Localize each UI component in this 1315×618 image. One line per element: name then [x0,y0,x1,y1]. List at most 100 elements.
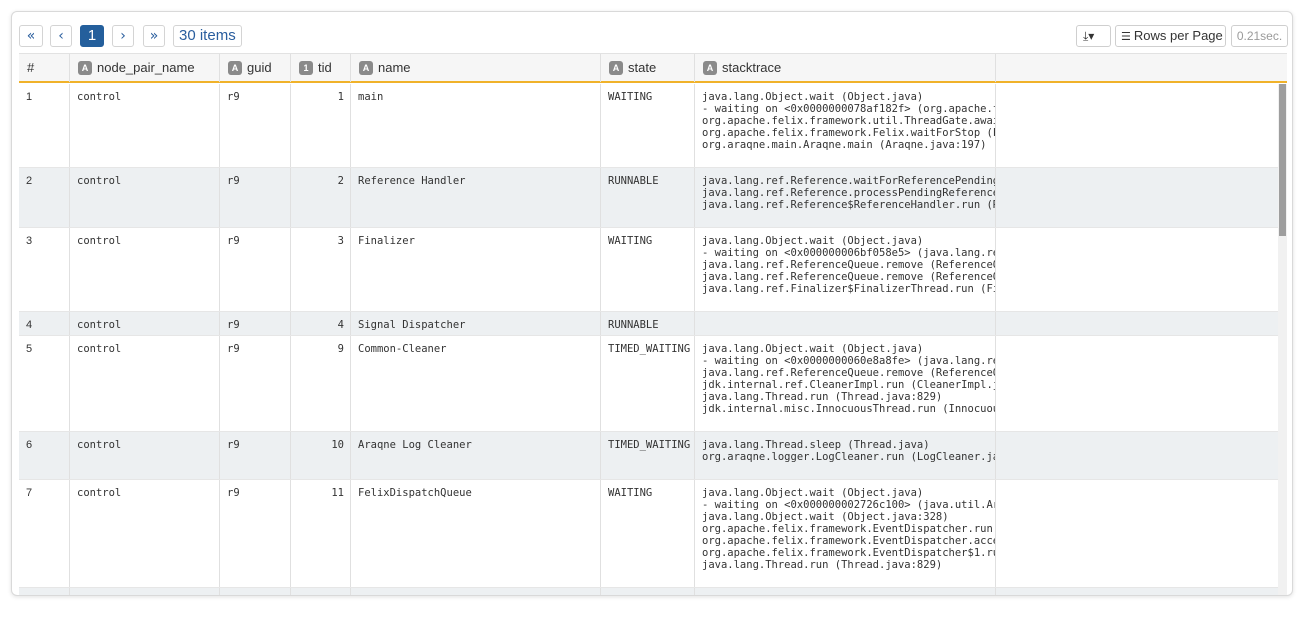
rows-per-page-label: Rows per Page [1133,28,1223,43]
cell-row-number: 1 [19,84,70,167]
cell-tid: 11 [291,480,351,587]
type-badge-icon: A [359,61,373,75]
cell-name: Reference Handler [351,168,601,227]
next-page-button[interactable]: › [112,25,134,47]
column-header-node-pair-name[interactable]: Anode_pair_name [70,54,220,82]
table-row[interactable]: 3 control r9 3 Finalizer WAITING java.lang.Obj… [19,228,1287,312]
table-row[interactable]: 5 control r9 9 Common-Cleaner TIMED_WAITING ja… [19,336,1287,432]
cell-row-number: 3 [19,228,70,311]
scrollbar-thumb[interactable] [1279,84,1286,236]
cell-row-number: 6 [19,432,70,479]
table-row[interactable]: 1 control r9 1 main WAITING java.lang.Object.w… [19,84,1287,168]
cell-stacktrace [695,588,996,595]
list-icon: ☰ [1121,30,1131,43]
cell-stacktrace: java.lang.Object.wait (Object.java) - wa… [695,480,996,587]
cell-row-number: 5 [19,336,70,431]
cell-guid: r9 [220,432,291,479]
cell-state: WAITING [601,480,695,587]
cell-state: RUNNABLE [601,312,695,335]
cell-state: RUNNABLE [601,168,695,227]
cell-tid: 9 [291,336,351,431]
cell-name: FelixDispatchQueue [351,480,601,587]
column-header-label: name [378,60,411,75]
download-icon: ⤓▾ [1083,29,1095,43]
cell-tid [291,588,351,595]
first-page-button[interactable]: « [19,25,43,47]
toolbar: « ‹ 1 › » 30 items ⤓▾ ☰ Rows per Page 0.2… [12,12,1292,54]
cell-name: Signal Dispatcher [351,312,601,335]
table-row[interactable]: 4 control r9 4 Signal Dispatcher RUNNABLE [19,312,1287,336]
cell-name [351,588,601,595]
cell-stacktrace: java.lang.Object.wait (Object.java) - wa… [695,84,996,167]
cell-guid: r9 [220,312,291,335]
cell-node-pair-name: control [70,336,220,431]
cell-state: TIMED_WAITING [601,432,695,479]
table-row[interactable]: 7 control r9 11 FelixDispatchQueue WAITING jav… [19,480,1287,588]
table-row[interactable]: 6 control r9 10 Araqne Log Cleaner TIMED_WAIT… [19,432,1287,480]
table-row[interactable]: 2 control r9 2 Reference Handler RUNNABLE java… [19,168,1287,228]
cell-row-number: 2 [19,168,70,227]
rows-per-page-button[interactable]: ☰ Rows per Page [1115,25,1226,47]
cell-name: Common-Cleaner [351,336,601,431]
column-header-row-number[interactable]: # [19,54,70,82]
table-row[interactable] [19,588,1287,595]
cell-node-pair-name: control [70,228,220,311]
cell-guid: r9 [220,480,291,587]
cell-stacktrace: java.lang.Thread.sleep (Thread.java) org… [695,432,996,479]
cell-node-pair-name: control [70,168,220,227]
cell-row-number: 4 [19,312,70,335]
query-timing: 0.21sec. [1231,25,1288,47]
table-header: # Anode_pair_name Aguid 1 tid Aname Astate Asta… [19,53,1287,83]
thread-dump-panel: « ‹ 1 › » 30 items ⤓▾ ☰ Rows per Page 0.2… [11,11,1293,596]
cell-tid: 4 [291,312,351,335]
column-header-label: guid [247,60,272,75]
cell-node-pair-name: control [70,432,220,479]
column-header-state[interactable]: Astate [601,54,695,82]
column-header-label: stacktrace [722,60,782,75]
cell-state: WAITING [601,84,695,167]
cell-node-pair-name: control [70,84,220,167]
cell-node-pair-name: control [70,312,220,335]
column-header-label: # [27,60,35,75]
download-button[interactable]: ⤓▾ [1076,25,1111,47]
type-badge-icon: A [703,61,717,75]
current-page-button[interactable]: 1 [80,25,104,47]
cell-tid: 3 [291,228,351,311]
type-badge-icon: A [78,61,92,75]
cell-guid: r9 [220,84,291,167]
cell-stacktrace: java.lang.Object.wait (Object.java) - wa… [695,336,996,431]
column-header-tid[interactable]: 1 tid [291,54,351,82]
items-count: 30 items [173,25,242,47]
cell-tid: 1 [291,84,351,167]
cell-state: TIMED_WAITING [601,336,695,431]
type-badge-icon: A [609,61,623,75]
results-table: # Anode_pair_name Aguid 1 tid Aname Astate Asta… [19,53,1287,595]
cell-stacktrace [695,312,996,335]
cell-tid: 10 [291,432,351,479]
column-header-label: tid [318,60,332,75]
cell-name: Finalizer [351,228,601,311]
type-badge-icon: 1 [299,61,313,75]
cell-state: WAITING [601,228,695,311]
cell-guid: r9 [220,228,291,311]
last-page-button[interactable]: » [143,25,165,47]
type-badge-icon: A [228,61,242,75]
cell-row-number [19,588,70,595]
cell-row-number: 7 [19,480,70,587]
column-header-name[interactable]: Aname [351,54,601,82]
cell-name: main [351,84,601,167]
column-header-guid[interactable]: Aguid [220,54,291,82]
cell-node-pair-name: control [70,480,220,587]
cell-tid: 2 [291,168,351,227]
column-header-stacktrace[interactable]: Astacktrace [695,54,996,82]
cell-name: Araqne Log Cleaner [351,432,601,479]
cell-node-pair-name [70,588,220,595]
column-header-label: node_pair_name [97,60,195,75]
column-header-label: state [628,60,657,75]
cell-stacktrace: java.lang.ref.Reference.waitForReference… [695,168,996,227]
cell-stacktrace: java.lang.Object.wait (Object.java) - wa… [695,228,996,311]
cell-guid: r9 [220,168,291,227]
prev-page-button[interactable]: ‹ [50,25,72,47]
vertical-scrollbar[interactable] [1278,84,1287,595]
cell-guid: r9 [220,336,291,431]
